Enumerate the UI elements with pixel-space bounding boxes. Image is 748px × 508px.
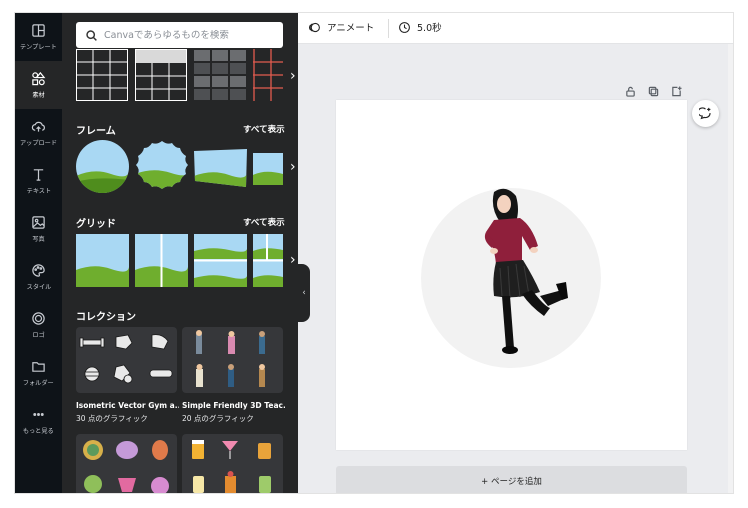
table-thumbnail[interactable]: [253, 49, 283, 101]
upload-cloud-icon: [31, 121, 45, 132]
rail-label: 素材: [32, 91, 45, 99]
rail-item-text[interactable]: テキスト: [15, 157, 62, 205]
toolbar-divider: [388, 19, 389, 38]
table-thumbnail[interactable]: [135, 49, 187, 101]
table-thumbnail[interactable]: [76, 49, 128, 101]
rail-item-folders[interactable]: フォルダー: [15, 349, 62, 397]
editor-toolbar: アニメート 5.0秒: [298, 13, 733, 44]
collection-card-gym[interactable]: [76, 327, 177, 393]
see-all-grids-link[interactable]: すべて表示: [243, 216, 285, 228]
grid-thumbnail[interactable]: [76, 234, 129, 287]
grid-thumbnail[interactable]: [253, 234, 283, 287]
see-all-frames-link[interactable]: すべて表示: [243, 123, 285, 135]
rail-item-photos[interactable]: 写真: [15, 205, 62, 253]
rail-item-templates[interactable]: テンプレート: [15, 13, 62, 61]
add-page-icon: [672, 86, 682, 97]
collection-count: 20 点のグラフィック: [182, 414, 254, 423]
rail-label: テンプレート: [20, 43, 57, 51]
lock-icon: [626, 86, 635, 97]
collection-name[interactable]: Simple Friendly 3D Teac...: [182, 401, 285, 410]
text-icon: [33, 169, 44, 181]
palette-icon: [32, 264, 45, 277]
add-page-button-small[interactable]: [671, 82, 682, 101]
search-input[interactable]: [104, 29, 279, 41]
rail-label: フォルダー: [23, 379, 54, 387]
frame-thumbnail[interactable]: [253, 153, 283, 185]
canvas-artwork[interactable]: [336, 100, 687, 450]
section-title-collections: コレクション: [76, 312, 136, 323]
chevron-right-icon[interactable]: ›: [290, 160, 296, 174]
clock-icon: [399, 21, 410, 33]
table-thumbnail[interactable]: [194, 49, 246, 101]
collapse-panel-button[interactable]: ‹: [298, 264, 310, 322]
rail-label: スタイル: [26, 283, 51, 291]
duration-label: 5.0秒: [417, 23, 442, 34]
folder-icon: [32, 362, 45, 372]
logo-icon: [32, 312, 45, 325]
photo-icon: [32, 216, 45, 229]
grid-thumbnail[interactable]: [135, 234, 188, 287]
rail-item-uploads[interactable]: アップロード: [15, 109, 62, 157]
duplicate-page-button[interactable]: [648, 82, 659, 101]
collection-card-stickers[interactable]: [76, 434, 177, 493]
comment-plus-icon: [699, 107, 711, 120]
rail-item-elements[interactable]: 素材: [15, 61, 62, 109]
section-title-grids: グリッド: [76, 219, 116, 230]
rail-label: アップロード: [19, 139, 58, 147]
rail-label: もっと見る: [23, 427, 54, 435]
animate-icon: [309, 22, 320, 32]
add-comment-button[interactable]: [692, 100, 719, 127]
search-icon: [86, 29, 97, 41]
animate-button[interactable]: アニメート: [308, 20, 374, 34]
scalloped-frame-thumbnail[interactable]: [135, 140, 189, 194]
collection-card-teacher[interactable]: [182, 327, 283, 393]
rail-label: テキスト: [26, 187, 51, 195]
lock-button[interactable]: [625, 82, 636, 101]
elements-panel: › フレーム すべて表示 › グリッド すべて表示: [62, 13, 298, 493]
duration-button[interactable]: 5.0秒: [398, 20, 442, 34]
chevron-right-icon[interactable]: ›: [290, 69, 296, 83]
search-box[interactable]: [76, 22, 283, 48]
shapes-icon: [32, 71, 46, 86]
canvas-scrollbar[interactable]: [728, 44, 733, 493]
more-icon: [33, 413, 44, 416]
rail-item-more[interactable]: もっと見る: [15, 397, 62, 445]
section-title-frames: フレーム: [76, 126, 116, 137]
side-rail: テンプレート 素材 アップロード テキスト 写真 スタイル ロゴ フォルダー も…: [15, 13, 62, 493]
grid-thumbnail[interactable]: [194, 234, 247, 287]
circle-frame-thumbnail[interactable]: [76, 140, 129, 193]
collection-card-drinks[interactable]: [182, 434, 283, 493]
angled-frame-thumbnail[interactable]: [194, 149, 247, 187]
app-window: テンプレート 素材 アップロード テキスト 写真 スタイル ロゴ フォルダー も…: [14, 12, 734, 494]
rail-item-styles[interactable]: スタイル: [15, 253, 62, 301]
rail-label: 写真: [32, 235, 45, 243]
duplicate-icon: [648, 86, 659, 97]
animate-label: アニメート: [327, 23, 375, 34]
layout-icon: [32, 24, 45, 37]
chevron-right-icon[interactable]: ›: [290, 253, 296, 267]
rail-label: ロゴ: [32, 331, 45, 339]
rail-item-logos[interactable]: ロゴ: [15, 301, 62, 349]
collection-name[interactable]: Isometric Vector Gym a...: [76, 401, 179, 410]
add-page-button[interactable]: + ページを追加: [336, 466, 687, 493]
design-page[interactable]: [336, 100, 687, 450]
collection-count: 30 点のグラフィック: [76, 414, 148, 423]
